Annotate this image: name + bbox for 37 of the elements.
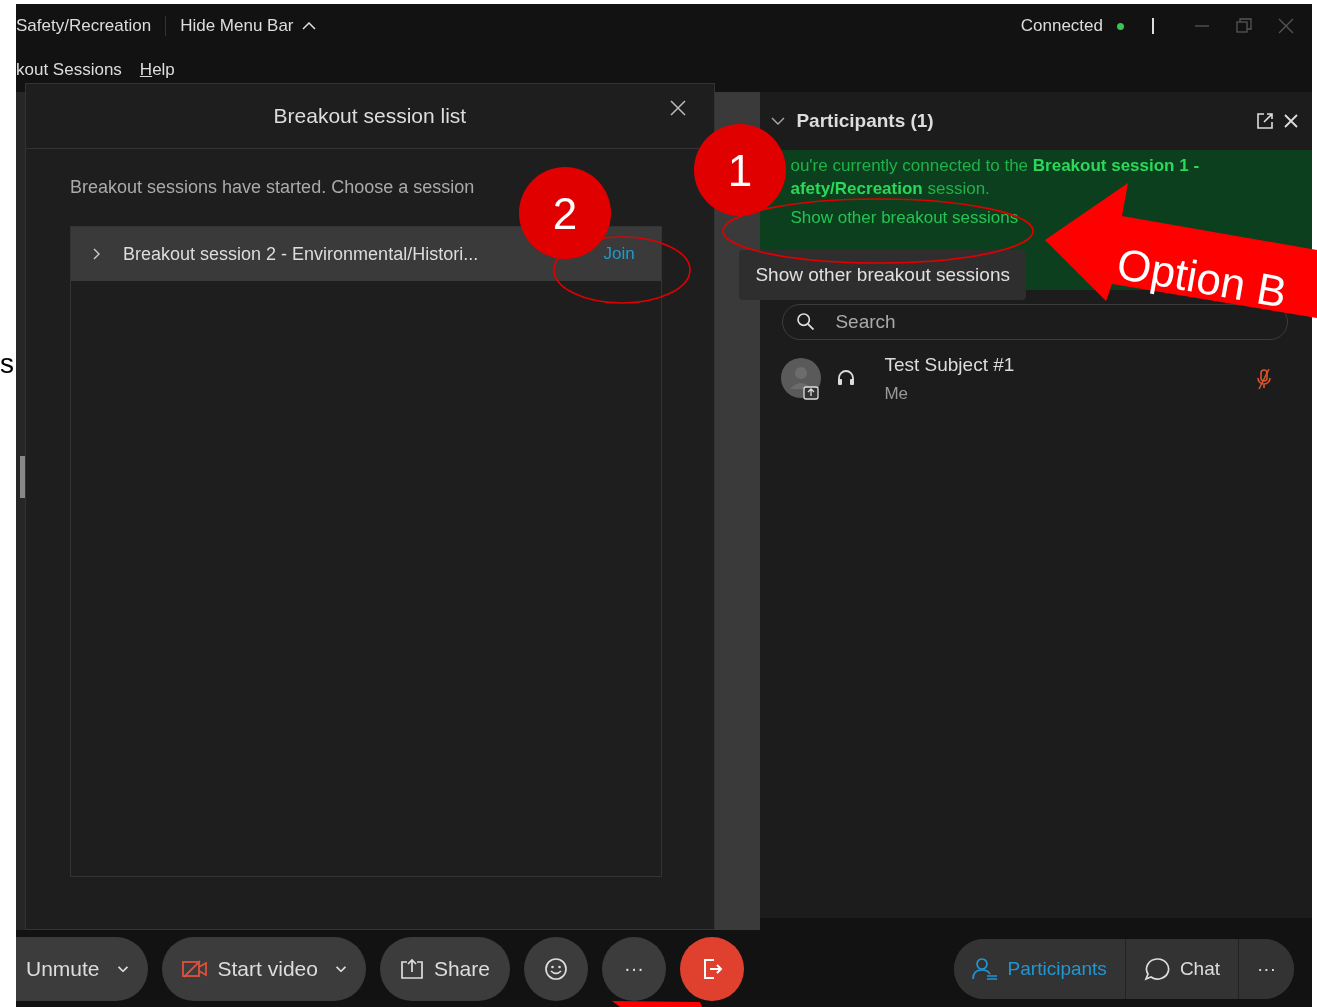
share-icon xyxy=(399,957,424,980)
callout-arrow: Option B xyxy=(1045,183,1317,318)
text-fragment: s xyxy=(0,348,14,380)
smiley-icon xyxy=(543,956,568,981)
edge-bar xyxy=(20,456,25,498)
caret-icon xyxy=(301,22,316,30)
menu-item[interactable]: Help xyxy=(139,60,175,80)
session-name: Breakout session 2 - Environmental/Histori... xyxy=(123,243,479,265)
menu-item[interactable]: kout Sessions xyxy=(16,60,122,80)
chevron-icon[interactable] xyxy=(91,248,101,260)
join-button[interactable]: Join xyxy=(597,243,641,265)
participant-name: Test Subject #1 xyxy=(884,354,1015,376)
caret-icon[interactable] xyxy=(117,965,128,972)
search-icon xyxy=(797,313,815,330)
panel-title: Participants (1) xyxy=(796,110,934,132)
unmute-button[interactable]: Unmute xyxy=(16,936,148,1001)
connection-status: Connected xyxy=(1020,16,1103,36)
more-button[interactable]: ··· xyxy=(601,936,666,1001)
number-badge: 1 xyxy=(694,124,786,216)
chevron-icon[interactable] xyxy=(770,116,787,126)
tooltip: Show other breakout sessions xyxy=(739,250,1026,300)
hide-menu-bar-button[interactable]: Hide Menu Bar xyxy=(180,16,316,36)
share-button[interactable]: Share xyxy=(379,936,510,1001)
more-button[interactable]: ··· xyxy=(1238,938,1294,999)
video-off-icon xyxy=(181,958,208,979)
chat-icon xyxy=(1143,956,1170,981)
divider-mark xyxy=(1152,18,1154,34)
person-icon xyxy=(971,956,998,981)
show-sessions-link[interactable]: Show other breakout sessions xyxy=(790,208,1019,228)
close-icon[interactable] xyxy=(669,100,686,116)
caret-icon[interactable] xyxy=(335,965,346,972)
start-video-button[interactable]: Start video xyxy=(161,936,366,1001)
pop-out-icon[interactable] xyxy=(1256,112,1274,130)
instruction-text: Breakout sessions have started. Choose a session xyxy=(70,177,476,198)
dialog-title: Breakout session list xyxy=(273,104,467,128)
meeting-name: Safety/Recreation xyxy=(16,16,152,36)
participant-subtitle: Me xyxy=(884,384,910,404)
